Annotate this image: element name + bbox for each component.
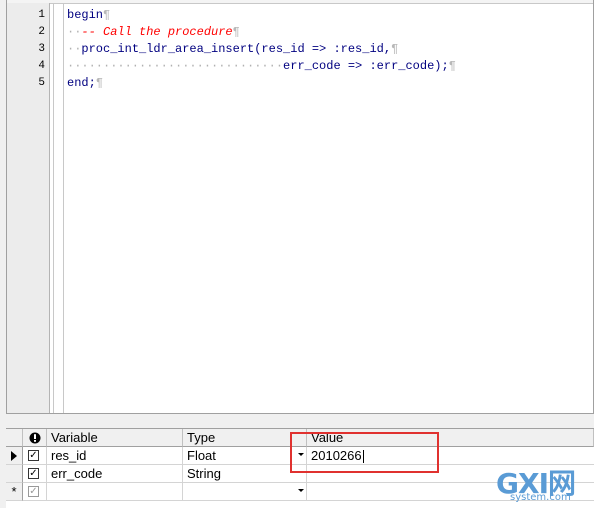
whitespace-dots: ·· xyxy=(67,42,82,56)
variable-cell[interactable]: err_code xyxy=(47,465,183,483)
row-checkbox-cell[interactable]: ✓ xyxy=(23,483,47,501)
column-header-type[interactable]: Type xyxy=(183,429,307,447)
type-value: Float xyxy=(187,448,216,463)
new-row-star-icon: * xyxy=(11,484,17,499)
row-checkbox-cell[interactable]: ✓ xyxy=(23,447,47,465)
line-number: 1 xyxy=(38,9,45,21)
procedure-args: err_code => :err_code); xyxy=(283,59,449,73)
row-indicator[interactable]: * xyxy=(6,483,23,501)
keyword-end: end; xyxy=(67,76,96,90)
variable-cell[interactable] xyxy=(47,483,183,501)
row-checkbox-cell[interactable]: ✓ xyxy=(23,465,47,483)
code-line-1[interactable]: begin¶ xyxy=(67,7,110,24)
code-line-4[interactable]: ······························err_code =… xyxy=(67,58,456,75)
procedure-call: proc_int_ldr_area_insert(res_id => :res_… xyxy=(81,42,392,56)
line-number: 5 xyxy=(38,77,45,89)
highlight-annotation xyxy=(290,432,439,473)
code-comment: -- Call the procedure xyxy=(81,25,233,39)
site-watermark-logo: GXI网 system.com xyxy=(496,462,592,506)
sql-editor[interactable]: 1 2 3 4 5 begin¶ ··-- Call the procedure… xyxy=(6,0,594,414)
code-line-3[interactable]: ··proc_int_ldr_area_insert(res_id => :re… xyxy=(67,41,398,58)
code-line-5[interactable]: end;¶ xyxy=(67,75,103,92)
row-indicator[interactable] xyxy=(6,447,23,465)
keyword-begin: begin xyxy=(67,8,104,22)
pilcrow-mark: ¶ xyxy=(103,8,111,22)
pane-splitter[interactable] xyxy=(0,414,594,428)
column-header-variable[interactable]: Variable xyxy=(47,429,183,447)
code-line-2[interactable]: ··-- Call the procedure¶ xyxy=(67,24,240,41)
type-cell[interactable] xyxy=(183,483,307,501)
chevron-down-icon[interactable] xyxy=(298,489,304,492)
enabled-checkbox[interactable]: ✓ xyxy=(28,486,39,497)
line-number: 2 xyxy=(38,26,45,38)
pilcrow-mark: ¶ xyxy=(232,25,240,39)
top-ruler xyxy=(7,0,593,4)
enabled-checkbox[interactable]: ✓ xyxy=(28,468,39,479)
header-corner xyxy=(6,429,23,447)
info-icon xyxy=(29,432,41,444)
line-number: 3 xyxy=(38,43,45,55)
pilcrow-mark: ¶ xyxy=(391,42,399,56)
current-row-arrow-icon xyxy=(11,451,17,461)
line-number: 4 xyxy=(38,60,45,72)
watermark-domain: system.com xyxy=(510,492,571,503)
type-cell[interactable]: String xyxy=(183,465,307,483)
row-indicator[interactable] xyxy=(6,465,23,483)
whitespace-dots: ·· xyxy=(67,25,82,39)
enabled-checkbox[interactable]: ✓ xyxy=(28,450,39,461)
pilcrow-mark: ¶ xyxy=(448,59,456,73)
variable-cell[interactable]: res_id xyxy=(47,447,183,465)
whitespace-dots: ······························ xyxy=(67,59,284,73)
pilcrow-mark: ¶ xyxy=(95,76,104,90)
line-number-gutter: 1 2 3 4 5 xyxy=(7,3,50,413)
type-cell[interactable]: Float xyxy=(183,447,307,465)
header-info-cell[interactable] xyxy=(23,429,47,447)
gutter-divider xyxy=(53,3,54,413)
fold-divider xyxy=(63,3,64,413)
